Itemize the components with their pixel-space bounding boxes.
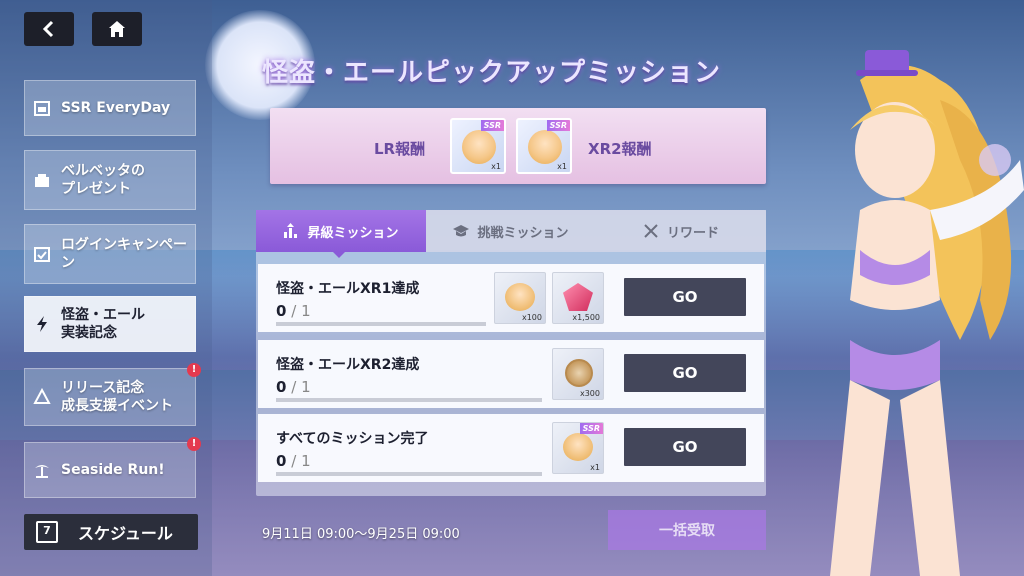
progress-bar bbox=[276, 398, 542, 402]
mission-name: 怪盗・エールXR2達成 bbox=[276, 357, 420, 373]
go-button[interactable]: GO bbox=[624, 428, 746, 466]
medal-icon bbox=[565, 359, 593, 387]
tab-label: 昇級ミッション bbox=[307, 225, 399, 241]
event-period: 9月11日 09:00～9月25日 09:00 bbox=[262, 527, 460, 542]
crossed-swords-icon bbox=[644, 224, 658, 238]
sidebar-item-ssr-everyday[interactable]: SSR EveryDay bbox=[24, 80, 196, 136]
claim-all-button[interactable]: 一括受取 bbox=[608, 510, 766, 550]
alert-badge: ! bbox=[187, 363, 201, 377]
chevron-left-icon bbox=[42, 20, 54, 38]
xr-reward-item[interactable]: SSR x1 bbox=[516, 118, 572, 174]
item-quantity: x1 bbox=[590, 463, 600, 472]
page-title: 怪盗・エールピックアップミッション bbox=[262, 58, 722, 88]
sidebar-item-label: Seaside Run! bbox=[61, 462, 165, 478]
alert-badge: ! bbox=[187, 437, 201, 451]
go-button[interactable]: GO bbox=[624, 278, 746, 316]
mission-name: 怪盗・エールXR1達成 bbox=[276, 281, 420, 297]
schedule-button[interactable]: 7 スケジュール bbox=[24, 514, 198, 550]
character-portrait-icon bbox=[505, 283, 535, 311]
character-illustration bbox=[830, 50, 1024, 576]
progress-total: 1 bbox=[301, 302, 311, 320]
sidebar-item-seaside-run[interactable]: Seaside Run! ! bbox=[24, 437, 201, 498]
sidebar-item-login-campaign[interactable]: ログインキャンペー ン bbox=[24, 224, 196, 284]
tab-rewards[interactable]: リワード bbox=[596, 210, 766, 252]
graduation-cap-icon bbox=[453, 225, 470, 237]
sidebar-item-label: ベルベッタの プレゼント bbox=[61, 163, 145, 197]
sidebar-item-label: SSR EveryDay bbox=[61, 100, 171, 116]
rarity-badge: SSR bbox=[579, 423, 603, 434]
xr-reward-label: XR2報酬 bbox=[588, 140, 652, 158]
calendar-check-icon bbox=[31, 243, 53, 265]
character-portrait-icon bbox=[462, 130, 496, 164]
lr-reward-item[interactable]: SSR x1 bbox=[450, 118, 506, 174]
palm-tree-icon bbox=[31, 459, 53, 481]
mission-progress: 0 / 1 bbox=[276, 302, 311, 320]
item-quantity: x100 bbox=[521, 313, 542, 322]
mission-row: 怪盗・エールXR2達成 0 / 1 x300 GO bbox=[258, 340, 764, 408]
item-quantity: x1 bbox=[557, 162, 567, 171]
sidebar-item-release-support[interactable]: リリース記念 成長支援イベント ! bbox=[24, 363, 201, 426]
mission-row: 怪盗・エールXR1達成 0 / 1 x100 x1,500 GO bbox=[258, 264, 764, 332]
red-gem-icon bbox=[563, 283, 593, 311]
sidebar-item-label: ログインキャンペー ン bbox=[61, 237, 187, 271]
calendar-icon: 7 bbox=[36, 521, 58, 543]
lightning-icon bbox=[31, 313, 53, 335]
progress-total: 1 bbox=[301, 452, 311, 470]
reward-item[interactable]: x100 bbox=[494, 272, 546, 324]
sidebar-item-label: リリース記念 成長支援イベント bbox=[61, 380, 173, 414]
mission-progress: 0 / 1 bbox=[276, 378, 311, 396]
calendar-ssr-icon bbox=[31, 97, 53, 119]
schedule-label: スケジュール bbox=[78, 524, 173, 543]
progress-separator: / bbox=[291, 302, 297, 320]
reward-item[interactable]: x300 bbox=[552, 348, 604, 400]
sidebar-item-label: 怪盗・エール 実装記念 bbox=[61, 307, 145, 341]
mission-progress: 0 / 1 bbox=[276, 452, 311, 470]
progress-bar bbox=[276, 472, 542, 476]
lr-reward-label: LR報酬 bbox=[374, 140, 426, 158]
mission-name: すべてのミッション完了 bbox=[276, 431, 429, 447]
sidebar-item-present[interactable]: ベルベッタの プレゼント bbox=[24, 150, 196, 210]
rarity-badge: SSR bbox=[480, 120, 504, 131]
rarity-badge: SSR bbox=[546, 120, 570, 131]
reward-item[interactable]: x1,500 bbox=[552, 272, 604, 324]
character-portrait-icon bbox=[528, 130, 562, 164]
progress-separator: / bbox=[291, 378, 297, 396]
bar-up-icon bbox=[284, 223, 298, 238]
home-button[interactable] bbox=[92, 12, 142, 46]
progress-current: 0 bbox=[276, 302, 287, 320]
triangle-arrows-icon bbox=[31, 386, 53, 408]
item-quantity: x1 bbox=[491, 162, 501, 171]
progress-bar bbox=[276, 322, 486, 326]
ssr-card-icon bbox=[563, 433, 593, 461]
home-icon bbox=[109, 21, 125, 37]
active-tab-indicator bbox=[333, 252, 345, 258]
tab-challenge-missions[interactable]: 挑戦ミッション bbox=[426, 210, 596, 252]
tab-label: 挑戦ミッション bbox=[477, 225, 569, 241]
gift-box-icon bbox=[31, 169, 53, 191]
tab-promotion-missions[interactable]: 昇級ミッション bbox=[256, 210, 426, 252]
progress-total: 1 bbox=[301, 378, 311, 396]
progress-current: 0 bbox=[276, 452, 287, 470]
reward-item[interactable]: SSR x1 bbox=[552, 422, 604, 474]
mission-tabs: 昇級ミッション 挑戦ミッション リワード bbox=[256, 210, 766, 252]
mission-row: すべてのミッション完了 0 / 1 SSR x1 GO bbox=[258, 414, 764, 482]
item-quantity: x1,500 bbox=[572, 313, 600, 322]
sidebar-item-kaitou-ale[interactable]: 怪盗・エール 実装記念 bbox=[24, 296, 196, 352]
tab-label: リワード bbox=[666, 225, 719, 241]
progress-separator: / bbox=[291, 452, 297, 470]
reward-banner: LR報酬 SSR x1 SSR x1 XR2報酬 bbox=[270, 108, 766, 184]
go-button[interactable]: GO bbox=[624, 354, 746, 392]
item-quantity: x300 bbox=[579, 389, 600, 398]
progress-current: 0 bbox=[276, 378, 287, 396]
back-button[interactable] bbox=[24, 12, 74, 46]
